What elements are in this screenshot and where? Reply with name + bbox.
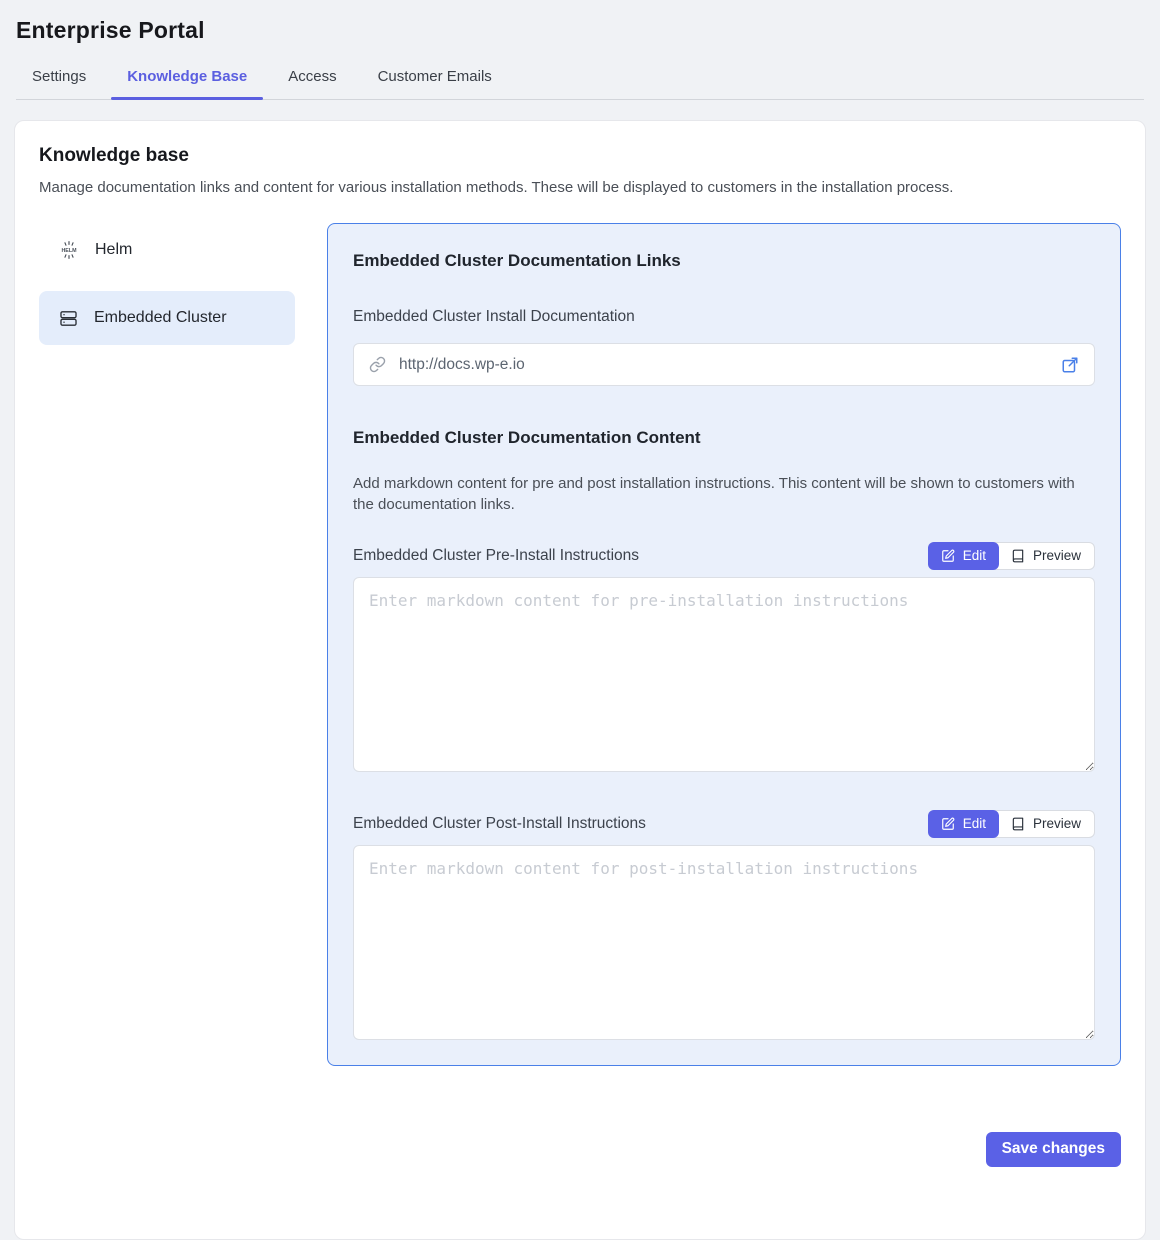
edit-icon (941, 817, 955, 831)
open-link-button[interactable] (1061, 356, 1079, 374)
post-install-header-row: Embedded Cluster Post-Install Instructio… (353, 810, 1095, 838)
external-link-icon (1061, 356, 1079, 374)
sidebar-item-helm[interactable]: HELM Helm (39, 223, 295, 277)
sidebar-item-label: Helm (95, 241, 132, 259)
page-title: Knowledge base (39, 145, 1121, 167)
install-method-sidebar: HELM Helm Embedded Cluster (39, 223, 295, 345)
link-icon (369, 356, 386, 373)
tab-access[interactable]: Access (272, 57, 352, 99)
save-changes-button[interactable]: Save changes (986, 1132, 1121, 1167)
pre-install-header-row: Embedded Cluster Pre-Install Instruction… (353, 542, 1095, 570)
post-install-textarea[interactable] (353, 845, 1095, 1040)
preview-button-label: Preview (1033, 816, 1081, 831)
svg-text:HELM: HELM (61, 248, 77, 254)
content-row: HELM Helm Embedded Cluster Embedd (39, 223, 1121, 1066)
tab-knowledge-base[interactable]: Knowledge Base (111, 57, 263, 99)
page-description: Manage documentation links and content f… (39, 178, 1121, 198)
embedded-cluster-panel: Embedded Cluster Documentation Links Emb… (327, 223, 1121, 1066)
helm-icon: HELM (59, 240, 79, 260)
sidebar-item-embedded-cluster[interactable]: Embedded Cluster (39, 291, 295, 345)
preview-button[interactable]: Preview (998, 543, 1094, 569)
tab-bar: Settings Knowledge Base Access Customer … (16, 57, 1144, 100)
pre-install-label: Embedded Cluster Pre-Install Instruction… (353, 547, 639, 565)
edit-button[interactable]: Edit (928, 542, 999, 570)
book-icon (1011, 549, 1025, 563)
edit-button[interactable]: Edit (928, 810, 999, 838)
install-doc-input-wrap (353, 343, 1095, 386)
links-section-title: Embedded Cluster Documentation Links (353, 251, 1095, 271)
save-row: Save changes (39, 1132, 1121, 1167)
content-section-title: Embedded Cluster Documentation Content (353, 428, 1095, 448)
edit-button-label: Edit (963, 548, 986, 563)
knowledge-base-card: Knowledge base Manage documentation link… (14, 120, 1146, 1240)
preview-button-label: Preview (1033, 548, 1081, 563)
content-section-description: Add markdown content for pre and post in… (353, 474, 1095, 515)
sidebar-item-label: Embedded Cluster (94, 309, 227, 327)
server-icon (59, 309, 78, 328)
install-doc-url-input[interactable] (397, 355, 1050, 375)
edit-icon (941, 549, 955, 563)
tab-customer-emails[interactable]: Customer Emails (362, 57, 508, 99)
app-title: Enterprise Portal (16, 17, 1144, 44)
post-install-mode-toggle: Edit Preview (928, 810, 1095, 838)
book-icon (1011, 817, 1025, 831)
post-install-label: Embedded Cluster Post-Install Instructio… (353, 815, 646, 833)
install-doc-label: Embedded Cluster Install Documentation (353, 308, 1095, 326)
pre-install-textarea[interactable] (353, 577, 1095, 772)
edit-button-label: Edit (963, 816, 986, 831)
preview-button[interactable]: Preview (998, 811, 1094, 837)
tab-settings[interactable]: Settings (16, 57, 102, 99)
pre-install-mode-toggle: Edit Preview (928, 542, 1095, 570)
page-header: Enterprise Portal (0, 0, 1160, 44)
